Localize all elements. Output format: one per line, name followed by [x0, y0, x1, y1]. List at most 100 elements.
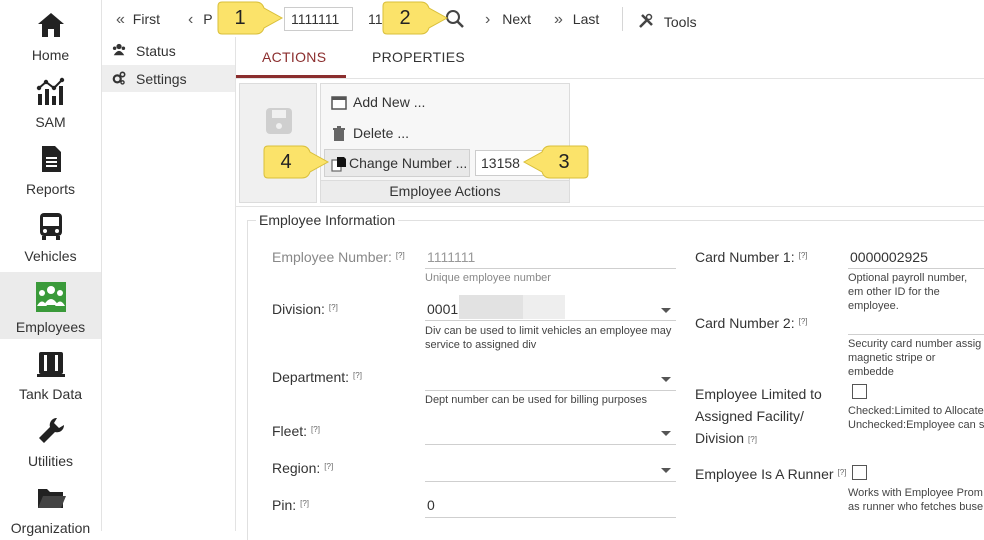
wrench-icon [39, 417, 65, 443]
subnav-settings[interactable]: Settings [102, 65, 235, 92]
fleet-label: Fleet: [?] [272, 423, 320, 439]
chevron-down-icon [661, 308, 671, 313]
nav-reports[interactable]: Reports [0, 134, 101, 201]
main-nav-rail: Home SAM Reports Vehicles Employees Tank… [0, 0, 102, 536]
callout-2: 2 [382, 0, 449, 36]
division-select[interactable]: 0001 [425, 295, 676, 321]
nav-home-label: Home [31, 47, 70, 63]
callout-4-number: 4 [280, 151, 292, 173]
runner-hint: Works with Employee Prom as runner who f… [848, 486, 984, 514]
nav-organization[interactable]: Organization [0, 473, 101, 540]
nav-tank-data-label: Tank Data [18, 386, 83, 402]
employee-number-label: Employee Number: [?] [272, 249, 405, 265]
employee-limited-checkbox[interactable] [852, 384, 867, 399]
department-select[interactable] [425, 366, 676, 392]
help-icon[interactable]: [?] [799, 251, 808, 260]
change-number-button[interactable]: Change Number ... [324, 149, 470, 177]
callout-3: 3 [522, 144, 589, 180]
tab-strip: ACTIONS PROPERTIES [236, 37, 984, 79]
nav-reports-label: Reports [25, 181, 76, 197]
record-number-input[interactable]: 1111111 [284, 7, 353, 31]
add-new-button[interactable]: Add New ... [331, 94, 451, 112]
employee-limited-hint-line2: Unchecked:Employee can s [848, 419, 984, 431]
change-number-label: Change Number ... [349, 155, 468, 171]
next-label: Next [502, 11, 532, 27]
fieldset-legend: Employee Information [256, 212, 399, 228]
card-number-1-underline [848, 268, 984, 269]
save-button[interactable]: S [239, 83, 317, 203]
nav-employees[interactable]: Employees [0, 272, 101, 339]
help-icon[interactable]: [?] [329, 303, 338, 312]
trash-icon [333, 126, 345, 141]
help-icon[interactable]: [?] [396, 251, 405, 260]
active-tab-underline [236, 75, 346, 78]
department-label-text: Department: [272, 369, 350, 385]
callout-1-number: 1 [234, 7, 246, 29]
help-icon[interactable]: [?] [799, 317, 808, 326]
subnav-status[interactable]: Status [102, 37, 235, 64]
help-icon[interactable]: [?] [324, 462, 333, 471]
runner-label-text: Employee Is A Runner [695, 466, 834, 482]
tab-properties[interactable]: PROPERTIES [372, 49, 465, 65]
document-icon [42, 146, 61, 172]
nav-utilities[interactable]: Utilities [0, 406, 101, 473]
chevron-down-icon [661, 377, 671, 382]
help-icon[interactable]: [?] [311, 425, 320, 434]
window-icon [331, 96, 347, 110]
pin-label: Pin: [?] [272, 497, 309, 513]
help-icon[interactable]: [?] [838, 468, 847, 477]
pin-underline [425, 517, 676, 518]
tools-button[interactable]: Tools [638, 11, 697, 30]
help-icon[interactable]: [?] [748, 435, 757, 444]
first-button[interactable]: « First [116, 11, 160, 29]
pin-input[interactable]: 0 [427, 497, 435, 513]
bus-icon [40, 213, 62, 240]
prev-button[interactable]: ‹ P [188, 11, 213, 29]
region-label-text: Region: [272, 460, 321, 476]
next-button[interactable]: › Next [485, 11, 531, 29]
card-number-1-input[interactable]: 0000002925 [850, 249, 928, 265]
group-title: Employee Actions [321, 180, 569, 202]
nav-sam[interactable]: SAM [0, 67, 101, 134]
chevron-down-icon [661, 431, 671, 436]
callout-3-number: 3 [558, 151, 570, 173]
nav-tank-data[interactable]: Tank Data [0, 339, 101, 406]
home-icon [38, 13, 64, 37]
runner-checkbox[interactable] [852, 465, 867, 480]
help-icon[interactable]: [?] [300, 499, 309, 508]
runner-hint-line2: as runner who fetches buse [848, 501, 984, 513]
fleet-select[interactable] [425, 420, 676, 446]
double-chevron-left-icon: « [116, 11, 125, 28]
folder-icon [38, 489, 66, 508]
employee-number-underline [425, 268, 676, 269]
card-number-1-label-text: Card Number 1: [695, 249, 795, 265]
division-value: 0001 [427, 301, 459, 317]
region-underline [425, 481, 676, 482]
prev-label: P [203, 11, 213, 27]
employee-actions-group: Add New ... Delete ... Change Number ...… [320, 83, 570, 203]
tab-actions[interactable]: ACTIONS [262, 49, 326, 65]
last-button[interactable]: » Last [554, 11, 599, 29]
chevron-left-icon: ‹ [188, 11, 194, 28]
runner-label: Employee Is A Runner [?] [695, 466, 846, 482]
nav-organization-label: Organization [10, 520, 91, 536]
fleet-label-text: Fleet: [272, 423, 308, 439]
delete-button[interactable]: Delete ... [331, 125, 431, 143]
employee-limited-hint-line1: Checked:Limited to Allocate [848, 405, 984, 417]
double-chevron-right-icon: » [554, 11, 563, 28]
card-number-2-underline [848, 334, 984, 335]
employee-number-label-text: Employee Number: [272, 249, 392, 265]
region-select[interactable] [425, 457, 676, 483]
nav-employees-label: Employees [15, 319, 86, 335]
department-hint: Dept number can be used for billing purp… [425, 394, 647, 406]
card-number-2-label: Card Number 2: [?] [695, 315, 808, 331]
card-number-2-hint: Security card number assig magnetic stri… [848, 338, 982, 378]
section-subnav: Status Settings [102, 0, 236, 531]
help-icon[interactable]: [?] [353, 371, 362, 380]
division-label-text: Division: [272, 301, 325, 317]
nav-home[interactable]: Home [0, 0, 101, 67]
first-label: First [132, 11, 161, 27]
nav-vehicles[interactable]: Vehicles [0, 201, 101, 268]
save-icon [266, 108, 292, 134]
employee-limited-label-line3: Division [695, 430, 745, 446]
